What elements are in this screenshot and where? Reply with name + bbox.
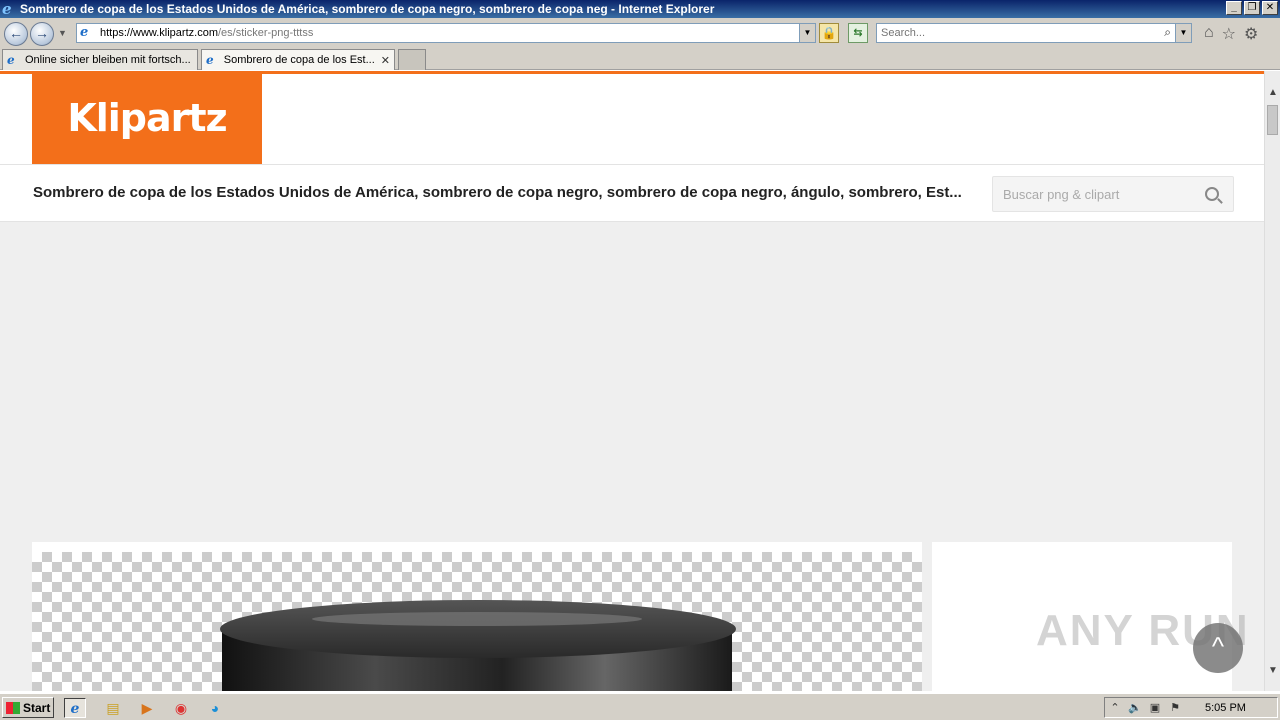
home-icon[interactable]: ⌂ [1204, 24, 1214, 44]
web-page: Klipartz Sombrero de copa de los Estados… [0, 71, 1264, 691]
tab-label: Online sicher bleiben mit fortsch... [25, 54, 191, 66]
page-title: Sombrero de copa de los Estados Unidos d… [33, 184, 962, 201]
edge-icon[interactable]: ◕ [204, 698, 226, 718]
minimize-button[interactable]: _ [1226, 1, 1242, 15]
chrome-icon[interactable]: ◉ [170, 698, 192, 718]
back-button[interactable]: ← [4, 22, 28, 46]
page-favicon-icon: e [80, 25, 89, 40]
scroll-to-top-button[interactable]: ^ [1193, 623, 1243, 673]
search-dropdown-icon[interactable]: ▼ [1175, 24, 1191, 42]
taskbar-clock[interactable]: 5:05 PM [1205, 702, 1246, 714]
browser-search-input[interactable] [877, 27, 1147, 39]
url-path: /es/sticker-png-tttss [217, 27, 314, 39]
window-title: Sombrero de copa de los Estados Unidos d… [20, 2, 715, 16]
page-title-bar: Sombrero de copa de los Estados Unidos d… [0, 164, 1264, 222]
address-bar[interactable]: e https://www.klipartz.com/es/sticker-pn… [76, 23, 816, 43]
lock-icon[interactable]: 🔒 [819, 23, 839, 43]
media-player-icon[interactable]: ▶ [136, 698, 158, 718]
tab-close-icon[interactable]: ✕ [381, 54, 390, 67]
back-arrow-icon: ← [9, 25, 23, 41]
navigation-bar: ← → ▼ e https://www.klipartz.com/es/stic… [0, 18, 1280, 48]
site-search-input[interactable] [993, 177, 1193, 211]
ie-logo-icon: e [2, 0, 12, 18]
url-host: https://www.klipartz.com [100, 27, 218, 39]
tab-favicon-icon: e [7, 53, 15, 67]
taskbar: Start e ▤ ▶ ◉ ◕ ⌃ 🔈 ▣ ⚑ 5:05 PM [0, 693, 1280, 720]
new-tab-button[interactable] [398, 49, 426, 70]
tray-expand-icon[interactable]: ⌃ [1105, 701, 1125, 714]
history-dropdown-icon[interactable]: ▼ [58, 28, 67, 38]
forward-button[interactable]: → [30, 22, 54, 46]
start-label: Start [23, 700, 51, 715]
search-icon[interactable]: ⌕ [1164, 25, 1171, 40]
tab-online-sicher[interactable]: e Online sicher bleiben mit fortsch... [2, 49, 198, 70]
file-explorer-icon[interactable]: ▤ [102, 698, 124, 718]
address-dropdown-icon[interactable]: ▼ [799, 24, 815, 42]
network-icon[interactable]: ▣ [1145, 701, 1165, 714]
window-title-bar: e Sombrero de copa de los Estados Unidos… [0, 0, 1280, 18]
browser-search-box[interactable]: ⌕ ▼ [876, 23, 1192, 43]
action-center-flag-icon[interactable]: ⚑ [1165, 701, 1185, 714]
internet-explorer-taskbar-icon[interactable]: e [64, 698, 86, 718]
windows-flag-icon [6, 701, 20, 714]
hat-band-image [312, 612, 642, 626]
close-button[interactable]: ✕ [1262, 1, 1278, 15]
volume-icon[interactable]: 🔈 [1125, 701, 1145, 714]
tab-label: Sombrero de copa de los Est... [223, 54, 375, 66]
tab-favicon-icon: e [206, 53, 214, 67]
hat-brim-image [220, 600, 736, 658]
scroll-down-arrow-icon[interactable]: ▼ [1265, 663, 1280, 679]
forward-arrow-icon: → [35, 25, 49, 41]
favorites-star-icon[interactable]: ☆ [1222, 24, 1236, 44]
search-icon[interactable] [1205, 187, 1219, 201]
restore-button[interactable]: ❐ [1244, 1, 1260, 15]
scroll-up-arrow-icon[interactable]: ▲ [1265, 85, 1280, 101]
site-header: Klipartz [0, 74, 1264, 164]
start-button[interactable]: Start [2, 697, 54, 718]
system-tray: ⌃ 🔈 ▣ ⚑ 5:05 PM [1104, 697, 1278, 718]
gear-icon[interactable]: ⚙ [1244, 24, 1258, 44]
transparent-background [32, 552, 922, 691]
site-search-box[interactable] [992, 176, 1234, 212]
scrollbar-thumb[interactable] [1267, 105, 1278, 135]
tab-bar: e Online sicher bleiben mit fortsch... e… [0, 48, 1280, 70]
image-preview-panel [32, 542, 922, 691]
tab-sombrero[interactable]: e Sombrero de copa de los Est... ✕ [201, 49, 395, 70]
chevron-up-icon: ^ [1211, 631, 1225, 661]
address-url[interactable]: https://www.klipartz.com/es/sticker-png-… [100, 27, 313, 39]
page-scrollbar[interactable]: ▲ ▼ [1264, 71, 1280, 691]
refresh-icon[interactable]: ⇆ [848, 23, 868, 43]
site-logo[interactable]: Klipartz [32, 74, 262, 164]
